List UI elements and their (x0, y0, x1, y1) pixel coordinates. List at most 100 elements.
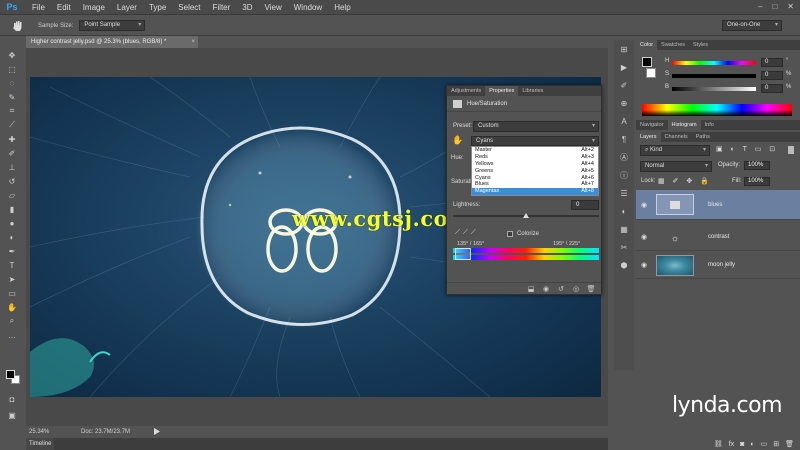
zoom-level[interactable]: 25.34% (26, 429, 66, 435)
gradient-tool-icon[interactable]: ▮ (2, 202, 22, 216)
paragraph-panel-icon[interactable]: ¶ (614, 130, 634, 148)
layer-row-moon-jelly[interactable]: ◉ moon jelly (636, 252, 800, 279)
layer-style-icon[interactable]: fx (729, 441, 734, 448)
tab-color[interactable]: Color (636, 40, 658, 50)
menu-help[interactable]: Help (328, 3, 356, 12)
menu-layer[interactable]: Layer (111, 3, 143, 12)
zoom-tool-icon[interactable]: ⌕ (2, 314, 22, 328)
tab-navigator[interactable]: Navigator (636, 120, 668, 130)
screen-mode-icon[interactable]: ▣ (2, 408, 22, 422)
brightness-value-input[interactable]: 0 (761, 84, 783, 93)
layer-filter-icons[interactable]: ▣ ◐ T ▭ ⊡ (716, 145, 778, 153)
trash-icon[interactable]: 🗑 (785, 440, 794, 448)
more-tools-icon[interactable]: … (2, 328, 22, 342)
sample-size-select[interactable]: Point Sample (79, 20, 146, 31)
menu-3d[interactable]: 3D (236, 3, 258, 12)
minimize-button[interactable]: – (758, 2, 762, 11)
shape-tool-icon[interactable]: ▭ (2, 286, 22, 300)
layer-name[interactable]: moon jelly (708, 262, 735, 268)
tab-info[interactable]: Info (701, 120, 718, 130)
eyedropper-icons[interactable]: ⟋⟋⟋ (455, 229, 479, 237)
channel-option-blues[interactable]: Blues Alt+7 (472, 181, 598, 188)
clip-to-layer-icon[interactable]: ⬓ (527, 285, 535, 293)
dodge-tool-icon[interactable]: ◐ (2, 230, 22, 244)
workspace-select[interactable]: One-on-One (722, 20, 782, 31)
menu-window[interactable]: Window (288, 3, 328, 12)
link-layers-icon[interactable]: ⛓ (714, 440, 723, 448)
color-panel-background-swatch[interactable] (646, 68, 656, 78)
marquee-tool-icon[interactable]: ⬚ (2, 62, 22, 76)
channel-option-master[interactable]: Master Alt+2 (472, 147, 598, 154)
hue-value-input[interactable]: 0 (761, 58, 783, 67)
quick-select-tool-icon[interactable]: ✎ (2, 90, 22, 104)
layer-row-blues[interactable]: ◉ blues (636, 190, 800, 220)
stamp-tool-icon[interactable]: ⊥ (2, 160, 22, 174)
hand-tool-icon[interactable]: ✋ (2, 300, 22, 314)
colorize-checkbox[interactable] (507, 231, 513, 237)
styles-panel-icon[interactable]: ▦ (614, 220, 634, 238)
info-panel-icon[interactable]: ⓘ (614, 166, 634, 184)
hue-color-slider[interactable] (672, 61, 756, 65)
layer-name[interactable]: blues (708, 202, 722, 208)
layer-filter-select[interactable]: ⌕ Kind (640, 145, 710, 156)
lightness-input[interactable]: 0 (571, 200, 599, 210)
history-brush-icon[interactable]: ↺ (2, 174, 22, 188)
eye-icon[interactable]: ◉ (641, 233, 649, 241)
healing-brush-icon[interactable]: ✚ (2, 132, 22, 146)
history-panel-icon[interactable]: ⊞ (614, 40, 634, 58)
maximize-button[interactable]: □ (772, 2, 777, 11)
menu-edit[interactable]: Edit (51, 3, 77, 12)
move-tool-icon[interactable]: ✥ (2, 48, 22, 62)
quick-mask-icon[interactable]: ◘ (2, 392, 22, 406)
brightness-color-slider[interactable] (672, 87, 756, 91)
color-range-selector[interactable] (455, 248, 471, 260)
channel-option-yellows[interactable]: Yellows Alt+4 (472, 161, 598, 168)
group-icon[interactable]: ▭ (761, 440, 768, 448)
tab-layers[interactable]: Layers (636, 132, 661, 142)
layer-name[interactable]: contrast (708, 234, 729, 240)
preset-select[interactable]: Custom (473, 121, 599, 132)
eye-icon[interactable]: ◉ (641, 261, 649, 269)
channel-option-magentas[interactable]: Magentas Alt+8 (472, 188, 598, 196)
foreground-color-swatch[interactable] (6, 370, 15, 379)
tab-styles[interactable]: Styles (689, 40, 712, 50)
document-tab-close-icon[interactable]: × (191, 36, 195, 48)
menu-filter[interactable]: Filter (207, 3, 237, 12)
eyedropper-tool-icon[interactable]: ⟋ (2, 118, 22, 132)
trash-icon[interactable]: 🗑 (587, 285, 596, 293)
adjustment-layer-icon[interactable]: ◐ (750, 441, 754, 448)
channel-option-greens[interactable]: Greens Alt+5 (472, 168, 598, 175)
character-panel-icon[interactable]: A (614, 112, 634, 130)
new-layer-icon[interactable]: ⊞ (773, 440, 779, 448)
targeted-adjustment-hand-icon[interactable]: ✋ (452, 135, 463, 146)
lightness-slider-thumb[interactable] (523, 213, 529, 218)
hand-tool-preset-icon[interactable] (6, 18, 30, 34)
document-tab[interactable]: Higher contrast jelly.psd @ 25.3% (blues… (26, 36, 198, 48)
path-select-tool-icon[interactable]: ➤ (2, 272, 22, 286)
lasso-tool-icon[interactable]: ◌ (2, 76, 22, 90)
layer-mask-icon[interactable]: ◙ (740, 441, 744, 448)
tab-paths[interactable]: Paths (692, 132, 714, 142)
glyphs-panel-icon[interactable]: Ⓐ (614, 148, 634, 166)
type-tool-icon[interactable]: T (2, 258, 22, 272)
saturation-color-slider[interactable] (672, 74, 756, 78)
clone-source-icon[interactable]: ⊕ (614, 94, 634, 112)
eye-icon[interactable]: ◉ (641, 201, 649, 209)
crop-tool-icon[interactable]: ⌗ (2, 104, 22, 118)
blend-mode-select[interactable]: Normal (640, 161, 712, 172)
channel-option-reds[interactable]: Reds Alt+3 (472, 154, 598, 161)
channel-option-cyans[interactable]: Cyans Alt+6 (472, 175, 598, 182)
tab-libraries[interactable]: Libraries (518, 86, 547, 96)
opacity-input[interactable]: 100% (744, 161, 770, 170)
menu-type[interactable]: Type (143, 3, 172, 12)
properties-panel-icon[interactable]: ☰ (614, 184, 634, 202)
color-swatches[interactable] (6, 370, 20, 384)
menu-select[interactable]: Select (172, 3, 206, 12)
menu-image[interactable]: Image (77, 3, 111, 12)
eraser-tool-icon[interactable]: ▱ (2, 188, 22, 202)
color-panel-foreground-swatch[interactable] (642, 57, 652, 67)
actions-panel-icon[interactable]: ▶ (614, 58, 634, 76)
menu-file[interactable]: File (26, 3, 51, 12)
view-previous-icon[interactable]: ◉ (542, 285, 550, 293)
3d-panel-icon[interactable]: ⬢ (614, 256, 634, 274)
